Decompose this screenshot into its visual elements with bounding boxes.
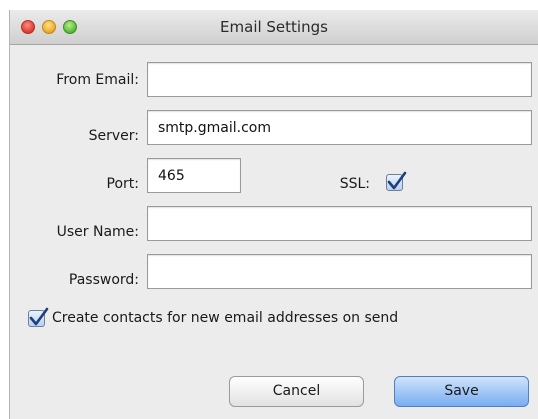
- checkmark-icon: [29, 307, 49, 326]
- from-email-field[interactable]: [147, 62, 532, 97]
- user-name-label: User Name:: [56, 224, 139, 240]
- window-title: Email Settings: [220, 18, 328, 36]
- create-contacts-checkbox[interactable]: [28, 307, 49, 327]
- port-label: Port:: [106, 176, 139, 192]
- email-settings-window: Email Settings From Email: Server: smtp.…: [9, 10, 538, 419]
- password-label: Password:: [68, 272, 139, 288]
- checkmark-icon: [387, 171, 407, 190]
- server-label: Server:: [88, 128, 139, 144]
- user-name-field[interactable]: [147, 206, 532, 241]
- cancel-button[interactable]: Cancel: [229, 376, 364, 407]
- port-field[interactable]: 465: [147, 158, 241, 193]
- ssl-label: SSL:: [339, 176, 370, 192]
- from-email-label: From Email:: [56, 72, 139, 88]
- create-contacts-label[interactable]: Create contacts for new email addresses …: [52, 310, 398, 326]
- password-field[interactable]: [147, 254, 532, 289]
- save-button[interactable]: Save: [394, 376, 529, 407]
- title-bar[interactable]: Email Settings: [10, 10, 538, 45]
- server-field[interactable]: smtp.gmail.com: [147, 110, 532, 145]
- ssl-checkbox[interactable]: [386, 171, 407, 191]
